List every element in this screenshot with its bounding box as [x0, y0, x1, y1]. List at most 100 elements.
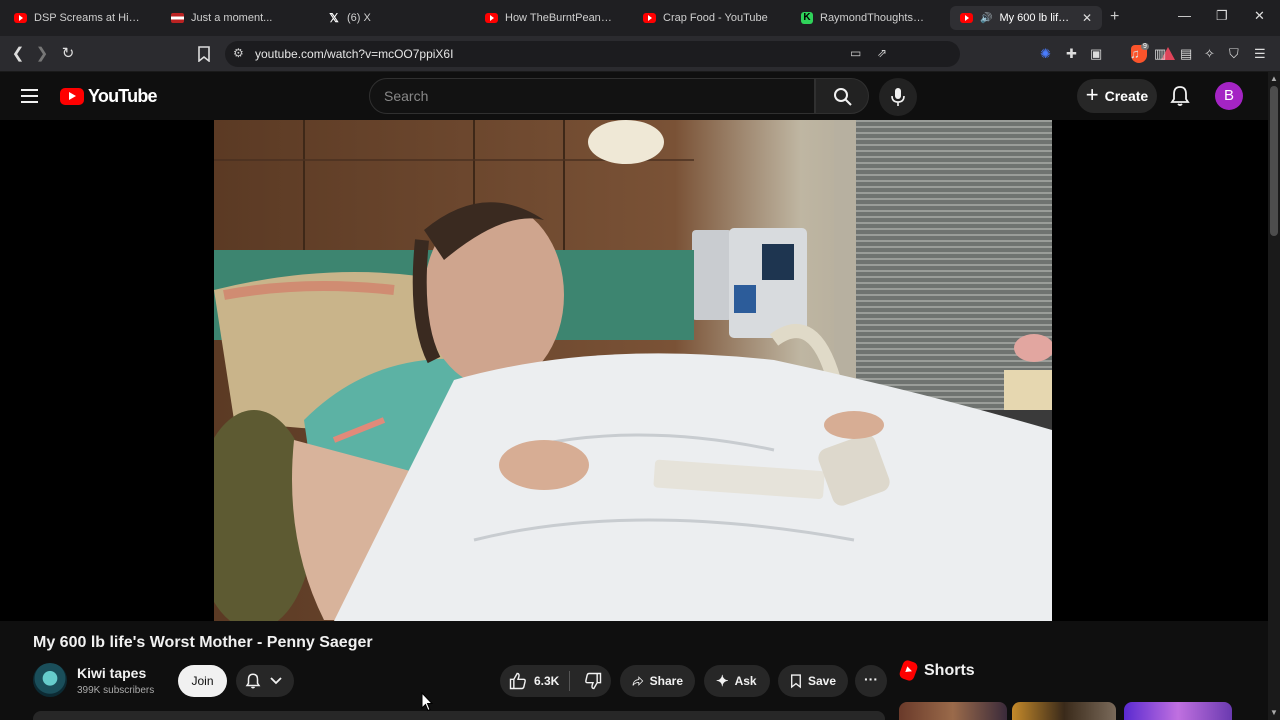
search-icon: [834, 88, 852, 106]
tab-label: My 600 lb life's Wo: [999, 12, 1071, 24]
leo-ai-icon[interactable]: ✧: [1204, 46, 1215, 62]
dislike-button[interactable]: [576, 665, 611, 697]
youtube-masthead: YouTube + Create B: [0, 72, 1280, 120]
tab-label: How TheBurntPeanut Took: [505, 12, 615, 24]
site-info-icon[interactable]: ⚙: [233, 46, 244, 60]
minimize-icon[interactable]: —: [1178, 8, 1191, 23]
video-frame-hospital-scene: [214, 120, 1052, 621]
save-button[interactable]: Save: [778, 665, 848, 697]
youtube-favicon-icon: [485, 13, 498, 23]
subscription-notifications-button[interactable]: [236, 665, 294, 697]
microphone-icon: [891, 88, 905, 106]
create-button[interactable]: + Create: [1077, 79, 1157, 113]
vpn-shield-icon[interactable]: ⛉: [1229, 46, 1239, 62]
tab-label: (6) X: [347, 12, 371, 24]
share-page-icon[interactable]: ⇗: [877, 46, 887, 60]
sparkle-icon: ✦: [716, 673, 729, 690]
youtube-play-logo-icon: [60, 88, 84, 105]
page-scrollbar[interactable]: ▲ ▼: [1268, 72, 1280, 720]
youtube-wordmark: YouTube: [88, 86, 158, 106]
browser-tab-strip: DSP Screams at His TV as Just a moment..…: [0, 0, 1280, 36]
share-label: Share: [649, 674, 683, 688]
thumbs-up-icon: [509, 672, 526, 690]
channel-name[interactable]: Kiwi tapes: [77, 665, 146, 681]
bookmark-icon[interactable]: [197, 46, 211, 62]
browser-tab[interactable]: How TheBurntPeanut Took: [475, 6, 625, 30]
save-bookmark-icon: [791, 674, 801, 689]
like-button[interactable]: 6.3K: [500, 665, 563, 697]
wallet-icon[interactable]: ▤: [1180, 46, 1192, 62]
flag-favicon-icon: [171, 13, 184, 23]
youtube-favicon-icon: [14, 13, 27, 23]
join-button[interactable]: Join: [178, 665, 227, 697]
tab-label: DSP Screams at His TV as: [34, 12, 144, 24]
scrollbar-thumb[interactable]: [1270, 86, 1278, 236]
video-player[interactable]: [214, 120, 1052, 621]
short-thumbnail[interactable]: [1012, 702, 1116, 720]
voice-search-button[interactable]: [879, 78, 917, 116]
brave-shields-count: 9: [1141, 43, 1149, 50]
plus-icon: +: [1085, 82, 1099, 107]
restore-icon[interactable]: ❐: [1216, 8, 1228, 24]
vpn-extension-icon[interactable]: ✺: [1040, 46, 1051, 62]
new-tab-icon[interactable]: +: [1110, 8, 1119, 26]
share-icon: [632, 676, 644, 686]
like-count: 6.3K: [534, 674, 560, 688]
url-text[interactable]: youtube.com/watch?v=mcOO7ppiX6I: [255, 47, 453, 61]
ask-button[interactable]: ✦ Ask: [704, 665, 770, 697]
account-avatar[interactable]: B: [1215, 82, 1243, 110]
like-dislike-group: 6.3K: [500, 665, 611, 697]
address-bar[interactable]: ⚙ youtube.com/watch?v=mcOO7ppiX6I ▭ ⇗ 9: [225, 41, 1175, 67]
menu-icon[interactable]: ☰: [1254, 46, 1266, 62]
save-label: Save: [807, 674, 836, 688]
browser-tab[interactable]: Just a moment...: [161, 6, 311, 30]
tab-label: RaymondThoughtsAndMe: [820, 12, 931, 24]
subscriber-count: 399K subscribers: [77, 685, 155, 696]
browser-toolbar: ❮ ❯ ↻ ⚙ youtube.com/watch?v=mcOO7ppiX6I …: [0, 36, 1280, 72]
kick-favicon-icon: K: [801, 12, 813, 24]
channel-avatar[interactable]: [33, 663, 67, 697]
mouse-cursor-icon: [421, 692, 433, 712]
youtube-logo[interactable]: YouTube: [60, 86, 158, 107]
shorts-title: Shorts: [924, 661, 975, 679]
search-button[interactable]: [815, 78, 869, 114]
media-icon[interactable]: ♫: [1130, 46, 1140, 61]
x-favicon-icon: 𝕏: [329, 11, 339, 25]
thumbs-down-icon: [585, 672, 602, 690]
youtube-favicon-icon: [960, 13, 973, 23]
reload-icon[interactable]: ↻: [58, 44, 78, 62]
scroll-up-arrow-icon[interactable]: ▲: [1270, 74, 1278, 83]
search-box: [369, 78, 815, 114]
description-box[interactable]: [33, 711, 885, 720]
browser-tab[interactable]: 𝕏 (6) X: [318, 6, 468, 30]
screenshot-icon[interactable]: ▣: [1090, 46, 1102, 62]
chevron-down-icon: [270, 677, 282, 685]
short-thumbnail[interactable]: [899, 702, 1007, 720]
extensions-icon[interactable]: ✚: [1066, 46, 1077, 62]
youtube-favicon-icon: [643, 13, 656, 23]
browser-tab[interactable]: DSP Screams at His TV as: [4, 6, 154, 30]
browser-tab[interactable]: K RaymondThoughtsAndMe: [791, 6, 941, 30]
browser-tab[interactable]: Crap Food - YouTube: [633, 6, 783, 30]
more-actions-button[interactable]: ···: [855, 665, 887, 697]
shorts-header: Shorts: [898, 659, 975, 682]
ask-label: Ask: [734, 674, 757, 688]
close-window-icon[interactable]: ✕: [1254, 8, 1265, 24]
tab-label: Crap Food - YouTube: [663, 12, 768, 24]
notifications-bell-icon[interactable]: [1168, 84, 1192, 108]
cast-icon[interactable]: ▭: [850, 46, 861, 60]
search-input[interactable]: [384, 88, 794, 104]
close-tab-icon[interactable]: ✕: [1082, 11, 1092, 25]
bell-icon: [245, 673, 261, 689]
share-button[interactable]: Share: [620, 665, 695, 697]
video-title: My 600 lb life's Worst Mother - Penny Sa…: [33, 634, 373, 651]
tab-label: Just a moment...: [191, 12, 273, 24]
browser-tab-active[interactable]: 🔊 My 600 lb life's Wo ✕: [950, 6, 1102, 30]
sidebar-icon[interactable]: ▥: [1154, 46, 1166, 62]
guide-menu-icon[interactable]: [21, 89, 38, 103]
scroll-down-arrow-icon[interactable]: ▼: [1270, 708, 1278, 717]
back-icon[interactable]: ❮: [8, 44, 28, 62]
forward-icon[interactable]: ❯: [32, 44, 52, 62]
short-thumbnail[interactable]: [1124, 702, 1232, 720]
shorts-icon: [898, 659, 919, 682]
